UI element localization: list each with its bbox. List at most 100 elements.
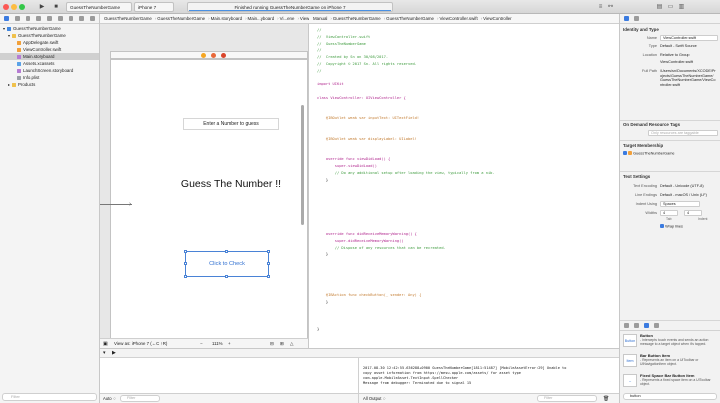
quick-help-icon[interactable]	[634, 16, 639, 21]
location-select[interactable]: Relative to Group	[660, 53, 690, 57]
toggle-debug-icon[interactable]: ▭	[666, 3, 675, 11]
file-inspector-icon[interactable]	[624, 16, 629, 21]
resize-handle[interactable]	[267, 250, 270, 253]
report-icon[interactable]	[90, 16, 96, 21]
navigator-item[interactable]: LaunchScreen.storyboard	[0, 67, 99, 74]
code-line[interactable]: @IBOutlet weak var inputText: UITextFiel…	[317, 116, 419, 121]
code-line[interactable]: //	[317, 48, 321, 53]
console-output[interactable]: 2017-08-30 12:42:55.636288+0900 GuessThe…	[359, 358, 619, 393]
navigator-item[interactable]: Main.storyboard	[0, 53, 99, 60]
toggle-inspector-icon[interactable]: ▥	[677, 3, 686, 11]
console-output-select[interactable]: All Output ♢	[363, 394, 386, 403]
storyboard-canvas[interactable]: Enter a Number to guess Guess The Number…	[100, 24, 309, 355]
resize-handle[interactable]	[184, 262, 187, 265]
standard-editor-icon[interactable]: ≡	[596, 3, 605, 11]
code-line[interactable]: super.viewDidLoad()	[317, 164, 377, 169]
code-line[interactable]: }	[317, 178, 328, 183]
jump-bar-item[interactable]: GuessTheNumberGame	[333, 14, 381, 23]
variables-filter[interactable]: Filter	[120, 395, 160, 402]
resize-handle[interactable]	[225, 250, 228, 253]
console-filter[interactable]: Filter	[537, 395, 597, 402]
tab-width-field[interactable]: 4	[660, 210, 678, 216]
assistant-editor-icon[interactable]: ⚯	[606, 3, 615, 11]
library-item[interactable]: Button Button - Intercepts touch events an…	[623, 332, 719, 352]
title-label[interactable]: Guess The Number !!	[151, 178, 311, 190]
code-line[interactable]: }	[317, 300, 328, 305]
resize-handle[interactable]	[184, 275, 187, 278]
jump-bar-item[interactable]: Main...yboard	[248, 14, 275, 23]
target-membership-row[interactable]: GuessTheNumberGame	[623, 151, 675, 156]
code-line[interactable]: // Dispose of any resources that can be …	[317, 246, 446, 251]
canvas-scrollbar[interactable]	[301, 105, 304, 225]
resize-handle[interactable]	[267, 262, 270, 265]
navigator-item[interactable]: Assets.xcassets	[0, 60, 99, 67]
navigator-item[interactable]: ▸ Products	[0, 81, 99, 88]
jump-bar-item[interactable]: GuessTheNumberGame	[157, 14, 205, 23]
resize-handle[interactable]	[267, 275, 270, 278]
symbol-icon[interactable]	[25, 16, 31, 21]
library-item[interactable]: ↔ Fixed Space Bar Button Item - Represents…	[623, 372, 719, 392]
file-template-icon[interactable]	[624, 323, 629, 328]
hide-debug-area-icon[interactable]: ▾	[103, 350, 106, 356]
view-controller-icon[interactable]	[201, 53, 206, 58]
minimize-window-button[interactable]	[11, 4, 17, 10]
variables-scope-select[interactable]: Auto ♢	[103, 394, 117, 403]
device-selector[interactable]: iPhone 7	[134, 2, 174, 12]
encoding-select[interactable]: Default - Unicode (UTF-8)	[660, 184, 704, 188]
guess-text-field[interactable]: Enter a Number to guess	[183, 118, 279, 130]
code-line[interactable]: // Created by Sn on 30/08/2017.	[317, 55, 388, 60]
jump-bar-item[interactable]: Manual	[313, 14, 327, 23]
code-line[interactable]: //	[317, 28, 321, 33]
navigator-filter[interactable]: Filter	[2, 393, 97, 401]
jump-bar-item[interactable]: Main.storyboard	[211, 14, 242, 23]
source-editor[interactable]: // // ViewController.swift // GuessTheNumb…	[309, 24, 619, 348]
stop-icon[interactable]: ■	[52, 3, 60, 11]
source-control-icon[interactable]	[14, 16, 20, 21]
close-window-button[interactable]	[3, 4, 9, 10]
trash-icon[interactable]: 🗑	[603, 394, 609, 403]
jump-bar-item[interactable]: GuessTheNumberGame	[104, 14, 152, 23]
toggle-navigator-icon[interactable]: ▤	[655, 3, 664, 11]
library-item[interactable]: Item Bar Button Item - Represents an item …	[623, 352, 719, 372]
search-icon[interactable]	[36, 16, 42, 21]
variables-view[interactable]	[100, 358, 359, 393]
code-line[interactable]: @IBAction func checkButton(_ sender: Any…	[317, 293, 421, 298]
code-line[interactable]: class ViewController: UIViewController {	[317, 96, 406, 101]
navigator-item[interactable]: ViewController.swift	[0, 46, 99, 53]
jump-bar-item[interactable]: Vi...ene	[280, 14, 295, 23]
code-line[interactable]: // ViewController.swift	[317, 35, 370, 40]
jump-bar-item[interactable]: ViewController.swift	[439, 14, 477, 23]
code-line[interactable]: @IBOutlet weak var displayLabel: UILabel…	[317, 137, 417, 142]
code-line[interactable]: }	[317, 327, 319, 332]
code-snippet-icon[interactable]	[634, 323, 639, 328]
object-library-icon[interactable]	[644, 323, 649, 328]
breakpoint-icon[interactable]	[79, 16, 85, 21]
code-line[interactable]: }	[317, 252, 328, 257]
code-line[interactable]: // GuessTheNumberGame	[317, 42, 366, 47]
indent-width-field[interactable]: 4	[684, 210, 702, 216]
type-select[interactable]: Default - Swift Source	[660, 44, 697, 48]
library-filter[interactable]: button	[623, 393, 717, 400]
code-line[interactable]: import UIKit	[317, 82, 344, 87]
test-icon[interactable]	[57, 16, 63, 21]
code-line[interactable]: override func didReceiveMemoryWarning() …	[317, 232, 417, 237]
issue-icon[interactable]	[47, 16, 52, 21]
zoom-window-button[interactable]	[19, 4, 25, 10]
code-line[interactable]: super.didReceiveMemoryWarning()	[317, 239, 404, 244]
name-field[interactable]: ViewController.swift	[660, 35, 718, 41]
tags-field[interactable]: Only resources are taggable	[648, 130, 718, 136]
jump-bar-item[interactable]: View Cont...troller	[300, 14, 309, 23]
navigator-item[interactable]: AppDelegate.swift	[0, 39, 99, 46]
view-controller-scene[interactable]: Enter a Number to guess Guess The Number…	[110, 59, 308, 355]
navigator-item[interactable]: ▾ GuessTheNumberGame	[0, 32, 99, 39]
jump-bar-item[interactable]: GuessTheNumberGame	[386, 14, 434, 23]
debug-icon[interactable]	[68, 16, 74, 21]
media-library-icon[interactable]	[654, 323, 659, 328]
checkbox-checked-icon[interactable]	[623, 151, 627, 155]
play-icon[interactable]: ▶	[38, 3, 46, 11]
navigator-item[interactable]: Info.plist	[0, 74, 99, 81]
checkbox-checked-icon[interactable]	[660, 224, 664, 228]
jump-bar-item[interactable]: ViewController	[483, 14, 511, 23]
wrap-lines-row[interactable]: Wrap lines	[660, 224, 683, 229]
code-line[interactable]: override func viewDidLoad() {	[317, 157, 390, 162]
